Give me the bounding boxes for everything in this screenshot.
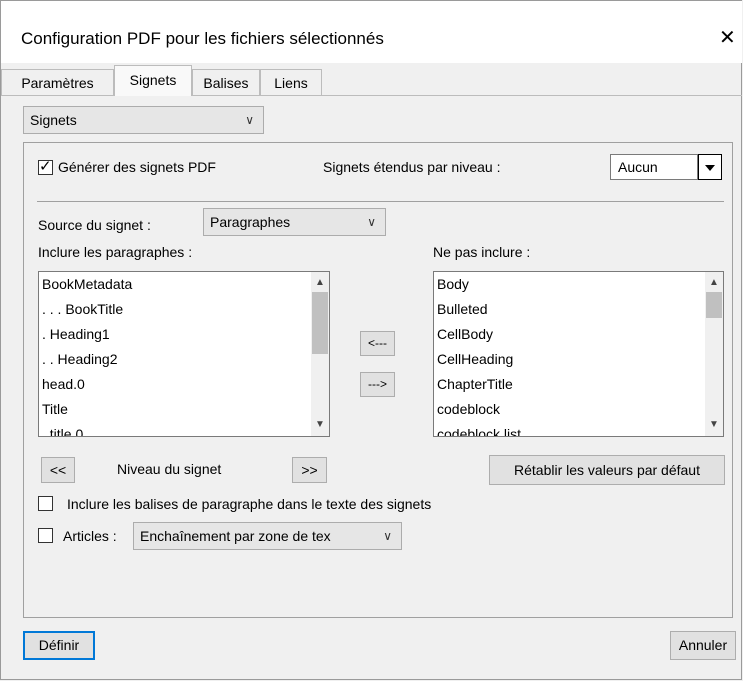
include-scrollbar[interactable]: ▲ ▼ [311, 272, 329, 436]
expanded-level-value: Aucun [618, 159, 658, 175]
list-item[interactable]: head.0 [39, 372, 329, 397]
tab-divider [1, 95, 742, 96]
expanded-level-dropdown-button[interactable] [698, 154, 722, 180]
chevron-down-icon: ∨ [383, 529, 392, 543]
list-item[interactable]: codeblock.list [434, 422, 723, 436]
articles-label: Articles : [63, 528, 117, 544]
define-button[interactable]: Définir [23, 631, 95, 660]
reset-defaults-button[interactable]: Rétablir les valeurs par défaut [489, 455, 725, 485]
generate-bookmarks-checkbox[interactable] [38, 157, 53, 175]
articles-select-value: Enchaînement par zone de tex [140, 528, 331, 544]
list-item[interactable]: codeblock [434, 397, 723, 422]
scroll-thumb[interactable] [312, 292, 328, 354]
scroll-up-icon[interactable]: ▲ [705, 274, 723, 292]
window-title: Configuration PDF pour les fichiers séle… [21, 29, 384, 48]
dialog-window: Configuration PDF pour les fichiers séle… [0, 0, 742, 680]
list-item[interactable]: . . . BookTitle [39, 297, 329, 322]
list-item[interactable]: . . Heading2 [39, 347, 329, 372]
list-item[interactable]: Bulleted [434, 297, 723, 322]
move-to-exclude-button[interactable]: ---> [360, 372, 395, 397]
level-label: Niveau du signet [117, 461, 222, 477]
include-label: Inclure les paragraphes : [38, 244, 193, 260]
generate-bookmarks-label: Générer des signets PDF [58, 159, 216, 175]
list-item[interactable]: . Heading1 [39, 322, 329, 347]
articles-checkbox[interactable] [38, 528, 53, 543]
scroll-up-icon[interactable]: ▲ [311, 274, 329, 292]
title-bar: Configuration PDF pour les fichiers séle… [1, 1, 742, 63]
tab-bar: Paramètres Signets Balises Liens [1, 65, 742, 96]
exclude-scrollbar[interactable]: ▲ ▼ [705, 272, 723, 436]
list-item[interactable]: CellHeading [434, 347, 723, 372]
list-item[interactable]: BookMetadata [39, 272, 329, 297]
list-item[interactable]: CellBody [434, 322, 723, 347]
source-select[interactable]: Paragraphes ∨ [203, 208, 386, 236]
scroll-down-icon[interactable]: ▼ [705, 416, 723, 434]
exclude-listbox[interactable]: Body Bulleted CellBody CellHeading Chapt… [433, 271, 724, 437]
include-tags-checkbox[interactable] [38, 496, 53, 511]
tab-parametres[interactable]: Paramètres [1, 69, 114, 95]
expanded-level-field[interactable]: Aucun [610, 154, 698, 180]
move-to-include-button[interactable]: <--- [360, 331, 395, 356]
scroll-down-icon[interactable]: ▼ [311, 416, 329, 434]
separator [37, 201, 724, 202]
section-select-value: Signets [30, 112, 77, 128]
tab-balises[interactable]: Balises [192, 69, 260, 95]
chevron-down-icon: ∨ [367, 215, 376, 229]
chevron-down-icon: ∨ [245, 113, 254, 127]
tab-liens[interactable]: Liens [260, 69, 322, 95]
list-item[interactable]: . title.0 [39, 422, 329, 436]
list-item[interactable]: ChapterTitle [434, 372, 723, 397]
include-listbox[interactable]: BookMetadata . . . BookTitle . Heading1 … [38, 271, 330, 437]
close-icon[interactable]: ✕ [719, 25, 736, 50]
include-tags-label: Inclure les balises de paragraphe dans l… [67, 496, 432, 512]
articles-select[interactable]: Enchaînement par zone de tex ∨ [133, 522, 402, 550]
section-select[interactable]: Signets ∨ [23, 106, 264, 134]
level-increase-button[interactable]: >> [292, 457, 327, 483]
list-item[interactable]: Body [434, 272, 723, 297]
expanded-level-label: Signets étendus par niveau : [323, 159, 501, 175]
scroll-thumb[interactable] [706, 292, 722, 318]
tab-signets[interactable]: Signets [114, 65, 192, 96]
exclude-label: Ne pas inclure : [433, 244, 531, 260]
source-label: Source du signet : [38, 217, 151, 233]
cancel-button[interactable]: Annuler [670, 631, 736, 660]
level-decrease-button[interactable]: << [41, 457, 75, 483]
source-select-value: Paragraphes [210, 214, 291, 230]
list-item[interactable]: Title [39, 397, 329, 422]
